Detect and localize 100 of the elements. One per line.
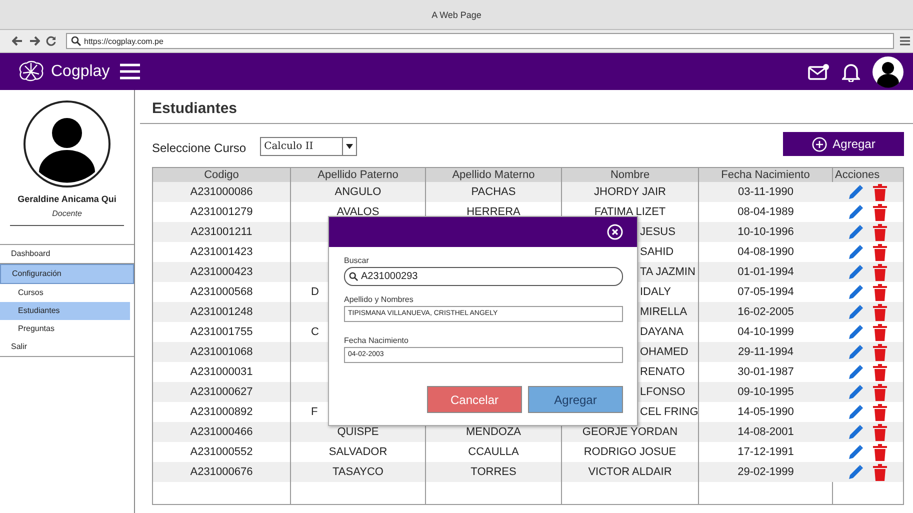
trash-icon[interactable] <box>873 344 888 360</box>
pencil-icon[interactable] <box>848 264 864 280</box>
table-cell: 01-01-1994 <box>698 262 832 282</box>
trash-icon[interactable] <box>873 224 888 240</box>
table-cell: F <box>311 406 318 418</box>
table-cell: A231000627 <box>152 382 290 402</box>
trash-icon[interactable] <box>873 184 888 200</box>
window-title: A Web Page <box>432 10 482 20</box>
trash-icon[interactable] <box>873 464 888 480</box>
pencil-icon[interactable] <box>848 464 864 480</box>
trash-icon[interactable] <box>873 424 888 440</box>
table-cell: A231000423 <box>152 262 290 282</box>
pencil-icon[interactable] <box>848 444 864 460</box>
pencil-icon[interactable] <box>848 384 864 400</box>
page-title: Estudiantes <box>152 100 238 117</box>
reload-icon[interactable] <box>46 36 56 46</box>
table-cell: A231001248 <box>152 302 290 322</box>
pencil-icon[interactable] <box>848 224 864 240</box>
table-cell: A231000466 <box>152 422 290 442</box>
column-header: Fecha Nacimiento <box>698 168 832 182</box>
table-cell: ANGULO <box>334 186 382 198</box>
sidebar-subitem[interactable]: Estudiantes <box>0 302 130 320</box>
table-cell: PACHAS <box>471 186 516 198</box>
table-cell: OHAMED <box>640 346 688 358</box>
table-cell: TASAYCO <box>332 466 384 478</box>
table-cell: 03-11-1990 <box>698 182 832 202</box>
course-dropdown[interactable]: Calculo II <box>260 136 358 156</box>
trash-icon[interactable] <box>873 364 888 380</box>
sidebar-subitem[interactable]: Cursos <box>0 284 130 302</box>
pencil-icon[interactable] <box>848 344 864 360</box>
sidebar-subitem[interactable]: Preguntas <box>0 320 130 338</box>
table-cell: D <box>311 286 319 298</box>
table-cell: 29-11-1994 <box>698 342 832 362</box>
table-cell: MENDOZA <box>466 426 521 438</box>
trash-icon[interactable] <box>873 384 888 400</box>
forward-icon[interactable] <box>29 36 40 46</box>
brain-logo-icon <box>17 60 45 84</box>
table-cell: A231001211 <box>152 222 290 242</box>
pencil-icon[interactable] <box>848 184 864 200</box>
pencil-icon[interactable] <box>848 424 864 440</box>
trash-icon[interactable] <box>873 444 888 460</box>
field-label: Fecha Nacimiento <box>344 336 410 345</box>
trash-icon[interactable] <box>873 304 888 320</box>
pencil-icon[interactable] <box>848 364 864 380</box>
user-role: Docente <box>51 209 83 218</box>
bell-icon[interactable] <box>842 62 860 82</box>
table-cell: RODRIGO JOSUE <box>584 446 676 458</box>
plus-circle-icon <box>812 136 827 152</box>
field-label: Apellido y Nombres <box>344 295 414 304</box>
pencil-icon[interactable] <box>848 284 864 300</box>
table-cell: FATIMA LIZET <box>594 206 666 218</box>
app-logo-text: Cogplay <box>51 62 110 80</box>
table-cell: CEL FRING <box>640 406 698 418</box>
field-label: Buscar <box>344 256 370 265</box>
avatar-icon[interactable] <box>872 56 904 88</box>
trash-icon[interactable] <box>873 404 888 420</box>
table-cell: CCAULLA <box>468 446 519 458</box>
column-header: Acciones <box>832 168 904 182</box>
mail-icon[interactable] <box>808 62 830 80</box>
trash-icon[interactable] <box>873 244 888 260</box>
table-cell: A231000676 <box>152 462 290 482</box>
trash-icon[interactable] <box>873 284 888 300</box>
table-cell: IDALY <box>640 286 671 298</box>
table-cell: A231000086 <box>152 182 290 202</box>
column-header: Codigo <box>152 168 290 182</box>
back-icon[interactable] <box>12 36 23 46</box>
table-cell: JESUS <box>640 226 676 238</box>
address-bar[interactable]: https://cogplay.com.pe <box>66 33 894 49</box>
table-cell: 16-02-2005 <box>698 302 832 322</box>
table-cell: A231001068 <box>152 342 290 362</box>
sidebar-item[interactable]: Configuración <box>0 264 134 284</box>
submit-button[interactable]: Agregar <box>528 386 623 413</box>
table-cell: TORRES <box>470 466 516 478</box>
column-header: Nombre <box>562 168 698 182</box>
table-cell: GEORJE YORDAN <box>582 426 678 438</box>
table-cell: 29-02-1999 <box>698 462 832 482</box>
menu-icon[interactable] <box>900 36 910 46</box>
table-cell: MIRELLA <box>640 306 688 318</box>
pencil-icon[interactable] <box>848 204 864 220</box>
pencil-icon[interactable] <box>848 324 864 340</box>
table-cell: SALVADOR <box>328 446 388 458</box>
table-cell: 10-10-1996 <box>698 222 832 242</box>
course-label: Seleccione Curso <box>152 141 246 155</box>
pencil-icon[interactable] <box>848 304 864 320</box>
trash-icon[interactable] <box>873 264 888 280</box>
trash-icon[interactable] <box>873 204 888 220</box>
pencil-icon[interactable] <box>848 404 864 420</box>
add-button[interactable]: Agregar <box>783 132 904 156</box>
table-cell: QUISPE <box>337 426 379 438</box>
table-cell: RENATO <box>640 366 685 378</box>
pencil-icon[interactable] <box>848 244 864 260</box>
close-icon[interactable] <box>607 224 623 240</box>
table-cell: HERRERA <box>466 206 520 218</box>
table-cell: C <box>311 326 319 338</box>
table-cell: AVALOS <box>336 206 380 218</box>
table-cell: JHORDY JAIR <box>594 186 666 198</box>
sidebar-item[interactable]: Salir <box>0 338 134 357</box>
trash-icon[interactable] <box>873 324 888 340</box>
search-field[interactable]: A231000293 <box>344 267 623 286</box>
table-cell: 14-08-2001 <box>698 422 832 442</box>
